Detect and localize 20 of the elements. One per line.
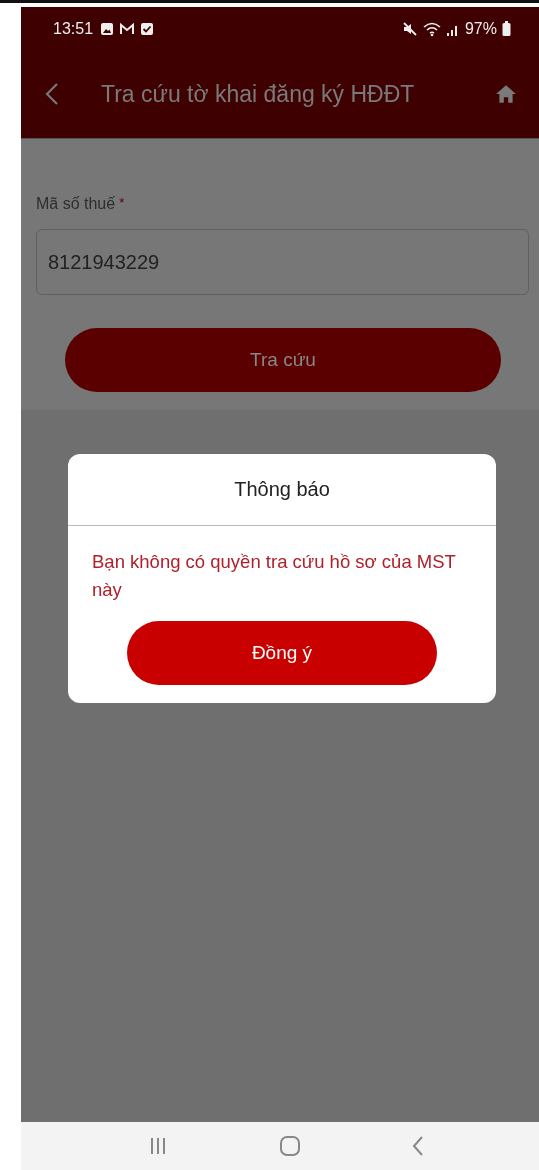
field-label: Mã số thuế xyxy=(36,195,116,213)
home-button-icon[interactable] xyxy=(279,1135,301,1157)
tax-code-field[interactable]: 8121943229 xyxy=(36,229,529,295)
dialog-message: Bạn không có quyền tra cứu hồ sơ của MST này xyxy=(91,550,457,602)
dialog-title: Thông báo xyxy=(68,454,496,526)
required-mark: * xyxy=(119,195,125,210)
status-time: 13:51 xyxy=(53,19,94,38)
battery-percent: 97% xyxy=(464,19,497,38)
wifi-icon xyxy=(422,20,441,37)
confirm-button[interactable]: Đồng ý xyxy=(127,621,437,685)
home-icon[interactable] xyxy=(495,84,517,104)
back-button-icon[interactable] xyxy=(411,1135,424,1157)
mute-icon xyxy=(401,20,418,37)
page-title: Tra cứu tờ khai đăng ký HĐĐT xyxy=(101,80,416,108)
battery-icon xyxy=(502,21,511,36)
back-icon[interactable] xyxy=(45,82,59,106)
search-button[interactable]: Tra cứu xyxy=(65,328,501,392)
image-icon xyxy=(100,21,115,36)
checkbox-icon xyxy=(140,21,155,36)
mail-icon xyxy=(119,21,136,36)
